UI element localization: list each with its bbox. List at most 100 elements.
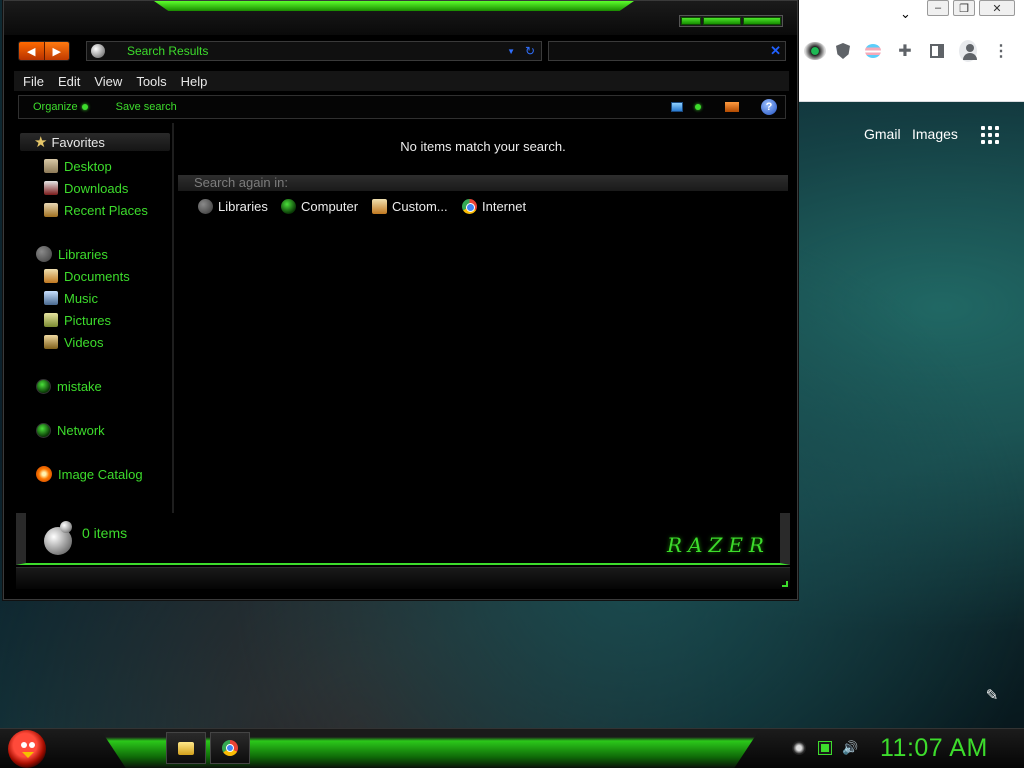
pictures-icon	[44, 313, 58, 327]
profile-avatar-icon[interactable]	[959, 40, 977, 62]
videos-icon	[44, 335, 58, 349]
tab-search-chevron-icon[interactable]: ⌄	[900, 6, 911, 22]
browser-restore-button[interactable]: ❐	[953, 0, 975, 16]
nav-item-label: Recent Places	[64, 202, 148, 218]
menu-view[interactable]: View	[94, 74, 122, 89]
address-dropdown-icon[interactable]: ▼	[507, 47, 515, 56]
navigation-pane: ★ Favorites Desktop Downloads Recent Pla…	[16, 123, 174, 513]
eye-extension-icon[interactable]	[804, 42, 826, 60]
documents-icon	[44, 269, 58, 283]
favorites-star-icon: ★	[34, 134, 48, 151]
organize-label: Organize	[33, 101, 78, 113]
browser-window: ⌄ – ❐ ✕ ✚ ⋮	[796, 0, 1024, 102]
search-input[interactable]: ✕	[548, 41, 786, 61]
search-location-internet[interactable]: Internet	[462, 199, 526, 214]
nav-item-pictures[interactable]: Pictures	[44, 311, 111, 329]
save-search-button[interactable]: Save search	[116, 101, 177, 113]
taskbar-chrome-button[interactable]	[210, 732, 250, 764]
side-panel-icon[interactable]	[928, 42, 946, 60]
menu-tools[interactable]: Tools	[136, 74, 166, 89]
taskbar-explorer-button[interactable]	[166, 732, 206, 764]
nav-item-music[interactable]: Music	[44, 289, 98, 307]
search-results-large-icon	[44, 521, 72, 555]
minimize-button[interactable]	[681, 17, 701, 25]
address-bar[interactable]: Search Results ▼ ↻	[86, 41, 542, 61]
search-location-custom[interactable]: Custom...	[372, 199, 448, 214]
image-catalog-icon	[36, 466, 52, 482]
close-button[interactable]	[743, 17, 781, 25]
nav-item-network[interactable]: Network	[36, 421, 105, 439]
forward-arrow-icon[interactable]: ▶	[44, 42, 69, 60]
ublock-shield-icon[interactable]	[834, 42, 852, 60]
search-location-label: Custom...	[392, 199, 448, 214]
details-pane: 0 items RAZER	[16, 513, 790, 565]
change-view-icon[interactable]	[671, 102, 683, 112]
pencil-icon[interactable]: ✎	[984, 688, 1000, 704]
refresh-icon[interactable]: ↻	[525, 44, 535, 58]
nav-item-label: Network	[57, 422, 105, 438]
browser-minimize-button[interactable]: –	[927, 0, 949, 16]
nav-item-recent-places[interactable]: Recent Places	[44, 201, 148, 219]
nav-item-libraries[interactable]: Libraries	[36, 245, 108, 263]
desktop-icon	[44, 159, 58, 173]
nav-item-documents[interactable]: Documents	[44, 267, 130, 285]
network-tray-icon[interactable]	[818, 741, 832, 755]
nav-item-label: Pictures	[64, 312, 111, 328]
search-location-libraries[interactable]: Libraries	[198, 199, 268, 214]
back-arrow-icon[interactable]: ◀	[19, 42, 45, 60]
chrome-icon	[222, 740, 238, 756]
search-location-label: Computer	[301, 199, 359, 214]
search-clear-icon[interactable]: ✕	[770, 43, 781, 59]
razer-tray-icon[interactable]	[792, 741, 806, 755]
start-orb-icon[interactable]	[8, 730, 46, 768]
recent-places-icon	[44, 203, 58, 217]
menu-help[interactable]: Help	[181, 74, 208, 89]
downloads-icon	[44, 181, 58, 195]
nav-item-downloads[interactable]: Downloads	[44, 179, 128, 197]
organize-dropdown-icon	[81, 104, 88, 110]
address-text: Search Results	[127, 44, 209, 58]
nav-item-label: Videos	[64, 334, 104, 350]
favorites-header[interactable]: ★ Favorites	[20, 133, 170, 151]
command-bar: Organize Save search ?	[18, 95, 786, 119]
chrome-icon	[462, 199, 477, 214]
view-options-icon[interactable]	[695, 104, 701, 110]
extensions-puzzle-icon[interactable]: ✚	[896, 42, 914, 60]
organize-button[interactable]: Organize	[33, 101, 88, 113]
gmail-link[interactable]: Gmail	[864, 126, 901, 142]
resize-grip-icon[interactable]	[782, 581, 788, 587]
menu-edit[interactable]: Edit	[58, 74, 80, 89]
no-results-message: No items match your search.	[400, 139, 566, 154]
folder-icon	[178, 741, 194, 755]
browser-close-button[interactable]: ✕	[979, 0, 1015, 16]
search-location-computer[interactable]: Computer	[281, 199, 358, 214]
homegroup-orb-icon	[36, 378, 51, 394]
nav-item-label: mistake	[57, 378, 102, 394]
images-link[interactable]: Images	[912, 126, 958, 142]
nav-item-label: Music	[64, 290, 98, 306]
title-glow	[154, 1, 634, 11]
libraries-icon	[198, 199, 213, 214]
favorites-label: Favorites	[51, 134, 105, 150]
volume-icon[interactable]: 🔊	[842, 741, 858, 755]
preview-pane-icon[interactable]	[725, 102, 739, 112]
apps-grid-icon[interactable]	[981, 126, 999, 144]
nav-item-videos[interactable]: Videos	[44, 333, 104, 351]
flag-extension-icon[interactable]	[864, 42, 882, 60]
nav-item-image-catalog[interactable]: Image Catalog	[36, 465, 143, 483]
taskbar-clock[interactable]: 11:07 AM	[880, 734, 988, 763]
search-again-header: Search again in:	[178, 175, 788, 191]
taskbar	[0, 728, 1024, 768]
razer-logo: RAZER	[666, 533, 770, 557]
music-icon	[44, 291, 58, 305]
nav-item-desktop[interactable]: Desktop	[44, 157, 112, 175]
browser-menu-icon[interactable]: ⋮	[992, 42, 1010, 60]
help-icon[interactable]: ?	[761, 99, 777, 115]
maximize-button[interactable]	[703, 17, 741, 25]
navigation-row: ◀ ▶ Search Results ▼ ↻ ✕	[4, 39, 797, 63]
menu-bar: File Edit View Tools Help	[14, 71, 789, 91]
menu-file[interactable]: File	[23, 74, 44, 89]
libraries-icon	[36, 246, 52, 262]
nav-item-mistake[interactable]: mistake	[36, 377, 102, 395]
browser-window-controls: – ❐ ✕	[927, 0, 1019, 16]
